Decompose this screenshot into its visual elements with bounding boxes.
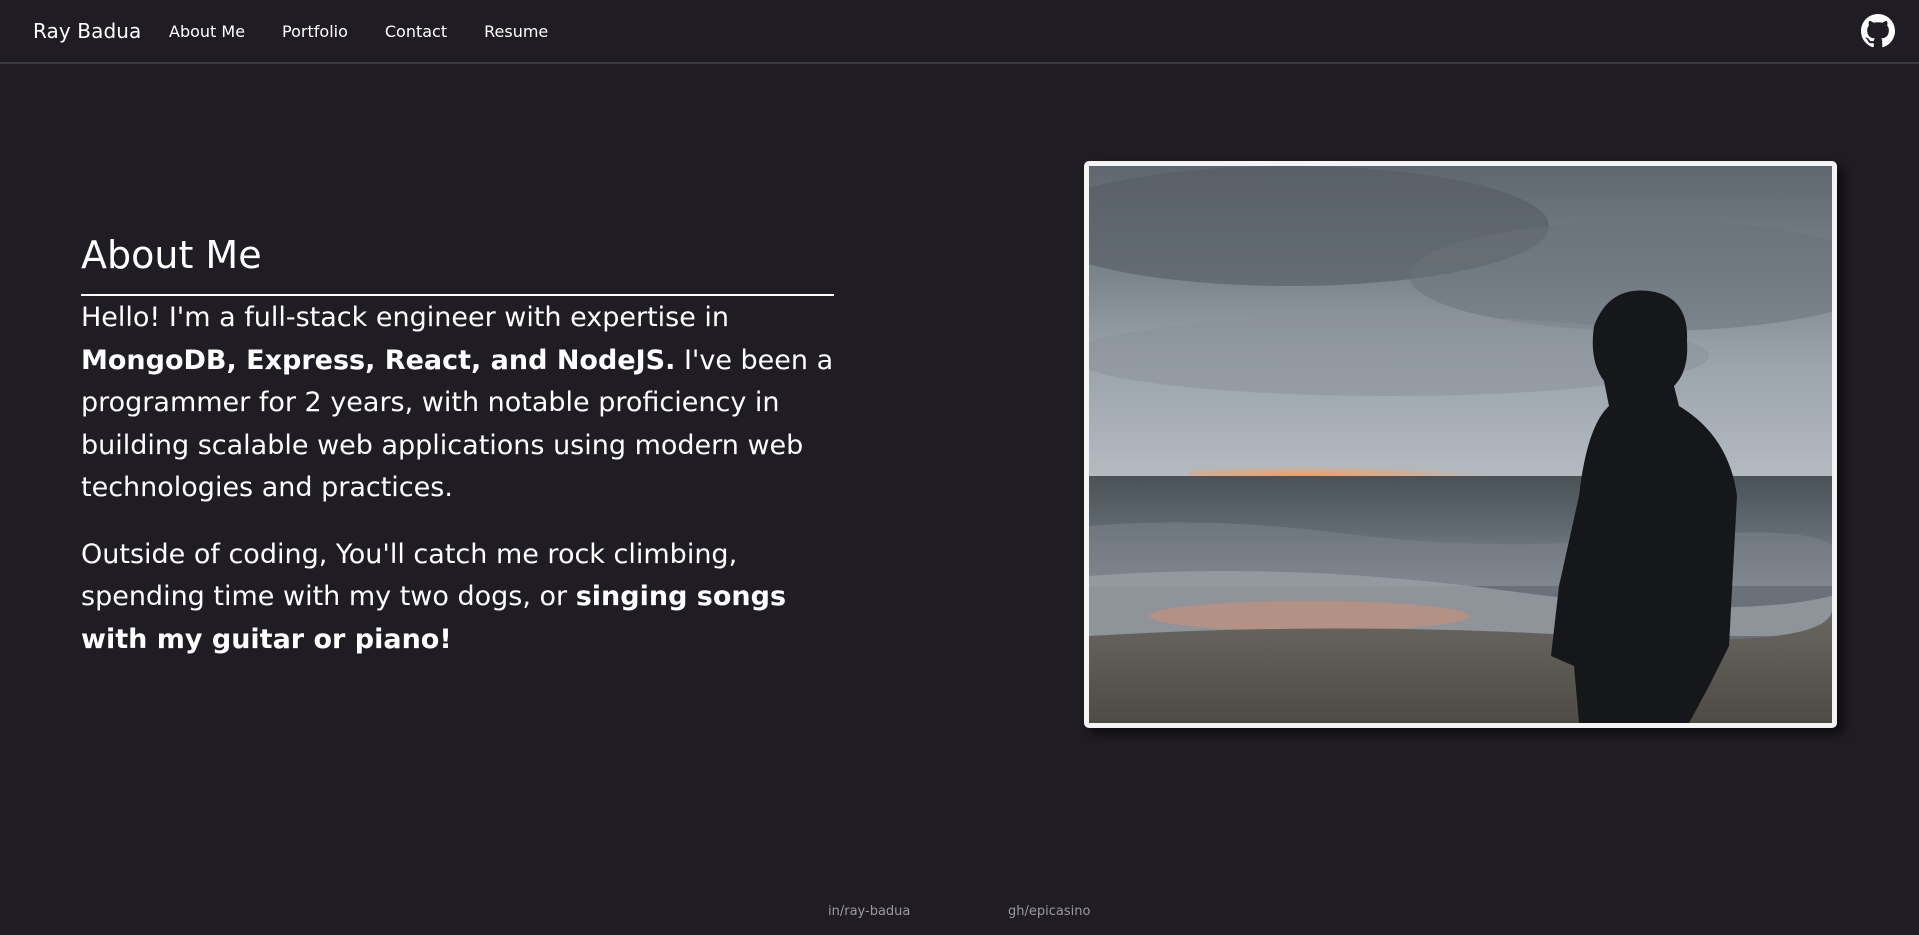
nav-link-portfolio[interactable]: Portfolio xyxy=(282,22,348,41)
profile-photo xyxy=(1084,161,1837,728)
footer-linkedin-link[interactable]: in/ray-badua xyxy=(828,904,910,919)
navbar: Ray Badua About Me Portfolio Contact Res… xyxy=(0,0,1919,64)
nav-links: About Me Portfolio Contact Resume xyxy=(169,22,585,41)
github-icon[interactable] xyxy=(1861,14,1895,48)
footer-links: in/ray-badua gh/epicasino xyxy=(0,904,1919,924)
about-paragraph-2: Outside of coding, You'll catch me rock … xyxy=(81,534,841,662)
about-heading: About Me xyxy=(81,233,262,277)
beach-sunset-photo xyxy=(1089,166,1832,723)
nav-link-resume[interactable]: Resume xyxy=(484,22,548,41)
brand-link[interactable]: Ray Badua xyxy=(33,19,141,43)
about-text: Hello! I'm a full-stack engineer with ex… xyxy=(81,297,841,685)
nav-link-about-me[interactable]: About Me xyxy=(169,22,245,41)
about-p1-bold: MongoDB, Express, React, and NodeJS. xyxy=(81,344,676,376)
footer-github-link[interactable]: gh/epicasino xyxy=(1008,904,1090,919)
about-p1-text-a: Hello! I'm a full-stack engineer with ex… xyxy=(81,302,730,333)
about-paragraph-1: Hello! I'm a full-stack engineer with ex… xyxy=(81,297,841,510)
heading-divider xyxy=(81,294,834,296)
nav-link-contact[interactable]: Contact xyxy=(385,22,447,41)
